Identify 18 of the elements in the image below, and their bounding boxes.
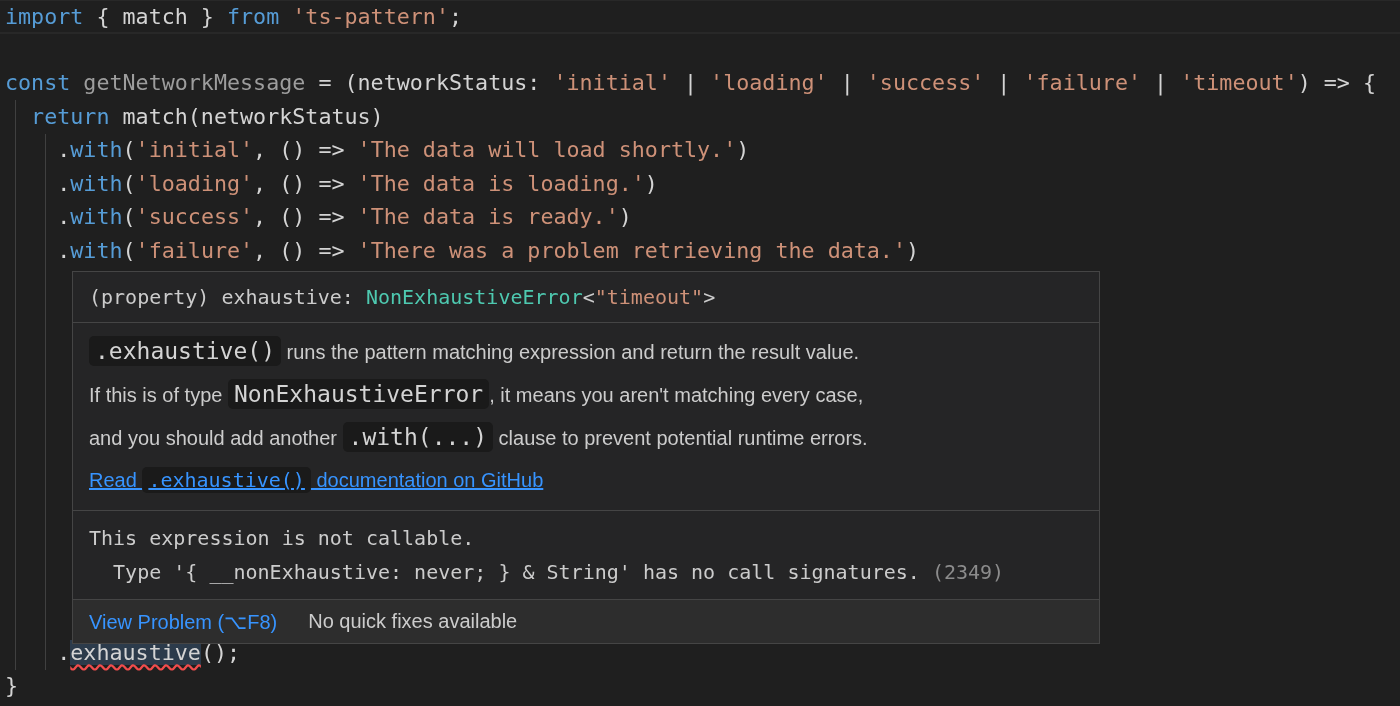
documentation-link[interactable]: Read .exhaustive() documentation on GitHub	[89, 460, 544, 500]
code-line: return match(networkStatus)	[30, 102, 385, 131]
code-line: .with('initial', () => 'The data will load shortly.')	[56, 136, 751, 164]
doc-paragraph: and you should add another .with(...) clause to prevent potential runtime errors.	[89, 421, 869, 454]
code-line: .with('loading', () => 'The data is loading.')	[56, 169, 659, 198]
code-line: .with('failure', () => 'There was a problem retrieving the data.')	[56, 236, 921, 265]
doc-paragraph: .exhaustive() runs the pattern matching expression and return the result value.	[89, 331, 1083, 374]
hover-signature: (property) exhaustive: NonExhaustiveError<"timeout">	[73, 272, 1099, 323]
error-message: This expression is not callable.	[89, 525, 476, 552]
quick-fix-status: No quick fixes available	[308, 610, 518, 633]
code-line: .with('success', () => 'The data is ready.')	[56, 203, 633, 231]
code-line: import { match } from 'ts-pattern';	[0, 0, 1400, 34]
error-code: (2349)	[931, 559, 1005, 586]
doc-paragraph: If this is of type NonExhaustiveError , it means you aren't matching every case,	[89, 378, 865, 411]
view-problem-link[interactable]: View Problem (⌥F8)	[89, 609, 278, 634]
code-line: const getNetworkMessage = (networkStatus: 'initial' | 'loading' | 'success' | 'failure' | 'timeout') => {	[4, 69, 1378, 98]
code-line: }	[4, 672, 20, 700]
error-detail: Type '{ __nonExhaustive: never; } & String' has no call signatures.	[112, 559, 921, 586]
